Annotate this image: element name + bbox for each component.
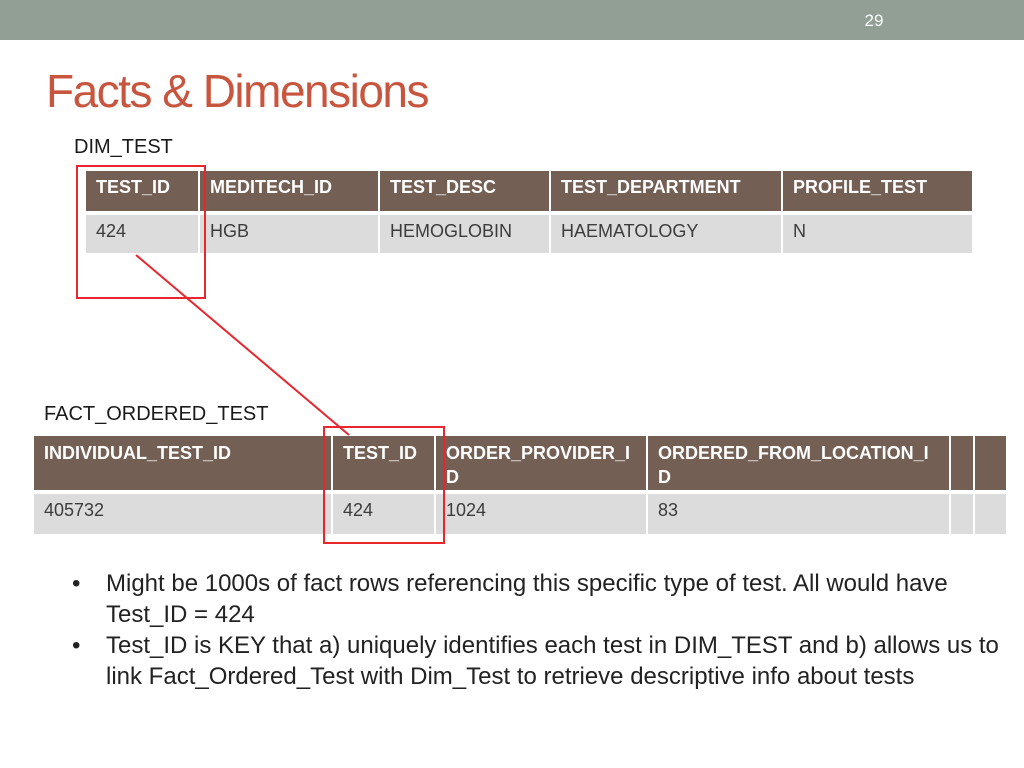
bullet-text: Test_ID is KEY that a) uniquely identifi… [106,632,999,690]
link-line [135,254,350,436]
bullet-list: • Might be 1000s of fact rows referencin… [66,568,1006,692]
list-item: • Test_ID is KEY that a) uniquely identi… [72,630,1006,692]
bullet-text: Might be 1000s of fact rows referencing … [106,570,948,628]
list-item: • Might be 1000s of fact rows referencin… [72,568,1006,630]
bullet-icon: • [72,632,81,659]
bullet-icon: • [72,570,81,597]
